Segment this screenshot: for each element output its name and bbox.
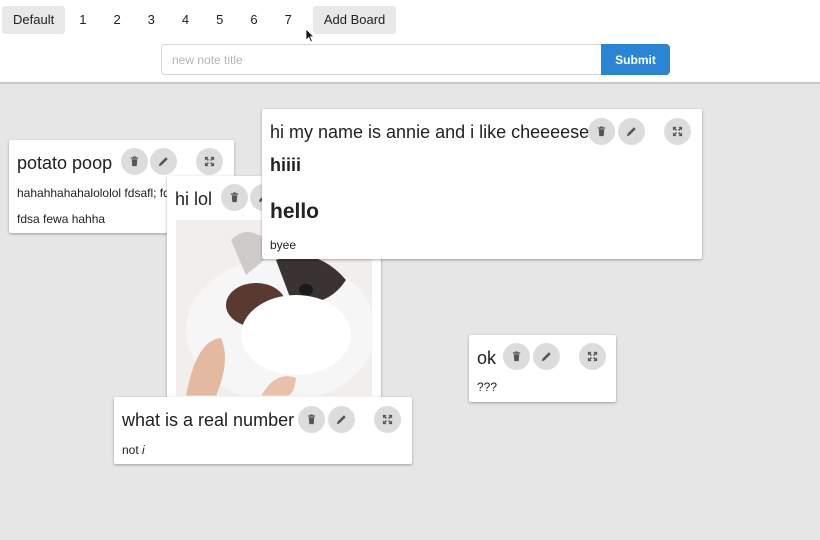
board-tab-3[interactable]: 3	[142, 6, 161, 34]
pencil-icon	[541, 351, 552, 362]
delete-button[interactable]	[221, 184, 248, 211]
trash-icon	[596, 126, 607, 137]
pencil-icon	[626, 126, 637, 137]
board-tab-1[interactable]: 1	[73, 6, 92, 34]
top-toolbar: Default 1 2 3 4 5 6 7 Add Board Submit	[0, 0, 820, 84]
expand-icon	[587, 351, 598, 362]
submit-button[interactable]: Submit	[601, 44, 670, 75]
note-text-italic: i	[142, 443, 145, 457]
note-title-input[interactable]	[161, 44, 601, 75]
delete-button[interactable]	[298, 406, 325, 433]
board-tab-5[interactable]: 5	[210, 6, 229, 34]
pencil-icon	[336, 414, 347, 425]
expand-icon	[382, 414, 393, 425]
expand-icon	[204, 156, 215, 167]
board-tab-6[interactable]: 6	[244, 6, 263, 34]
board-tab-default[interactable]: Default	[2, 6, 66, 34]
board-tab-2[interactable]: 2	[107, 6, 126, 34]
expand-button[interactable]	[579, 343, 606, 370]
note-text: ???	[477, 380, 498, 394]
trash-icon	[129, 156, 140, 167]
mouse-cursor-icon	[305, 28, 315, 43]
note-text: fdsa fewa hahha	[17, 212, 106, 226]
note-text: hahahhahahalololol fdsafl; fdp	[17, 186, 177, 200]
note-text-plain: not	[122, 443, 143, 457]
note-text: byee	[270, 238, 297, 252]
note-title: ok	[477, 348, 497, 368]
expand-button[interactable]	[664, 118, 691, 145]
delete-button[interactable]	[121, 148, 148, 175]
note-title: hi lol	[175, 189, 213, 209]
note-heading: hiiii	[270, 155, 301, 175]
note-title: what is a real number	[122, 410, 295, 430]
board-tabs: Default 1 2 3 4 5 6 7 Add Board	[2, 6, 404, 34]
note-text: not i	[122, 443, 145, 457]
note-card[interactable]: what is a real number not i	[114, 397, 412, 464]
pencil-icon	[158, 156, 169, 167]
new-note-form: Submit	[161, 44, 670, 75]
expand-icon	[672, 126, 683, 137]
delete-button[interactable]	[503, 343, 530, 370]
trash-icon	[306, 414, 317, 425]
delete-button[interactable]	[588, 118, 615, 145]
add-board-button[interactable]: Add Board	[312, 6, 397, 34]
edit-button[interactable]	[328, 406, 355, 433]
edit-button[interactable]	[533, 343, 560, 370]
expand-button[interactable]	[196, 148, 223, 175]
note-card[interactable]: hi my name is annie and i like cheeeese …	[262, 109, 702, 259]
note-title: potato poop	[17, 153, 113, 173]
note-title: hi my name is annie and i like cheeeese	[270, 122, 590, 142]
edit-button[interactable]	[618, 118, 645, 145]
board-tab-7[interactable]: 7	[279, 6, 298, 34]
note-card[interactable]: ok ???	[469, 335, 616, 402]
trash-icon	[229, 192, 240, 203]
expand-button[interactable]	[374, 406, 401, 433]
note-heading: hello	[270, 200, 320, 223]
edit-button[interactable]	[150, 148, 177, 175]
trash-icon	[511, 351, 522, 362]
board-tab-4[interactable]: 4	[176, 6, 195, 34]
